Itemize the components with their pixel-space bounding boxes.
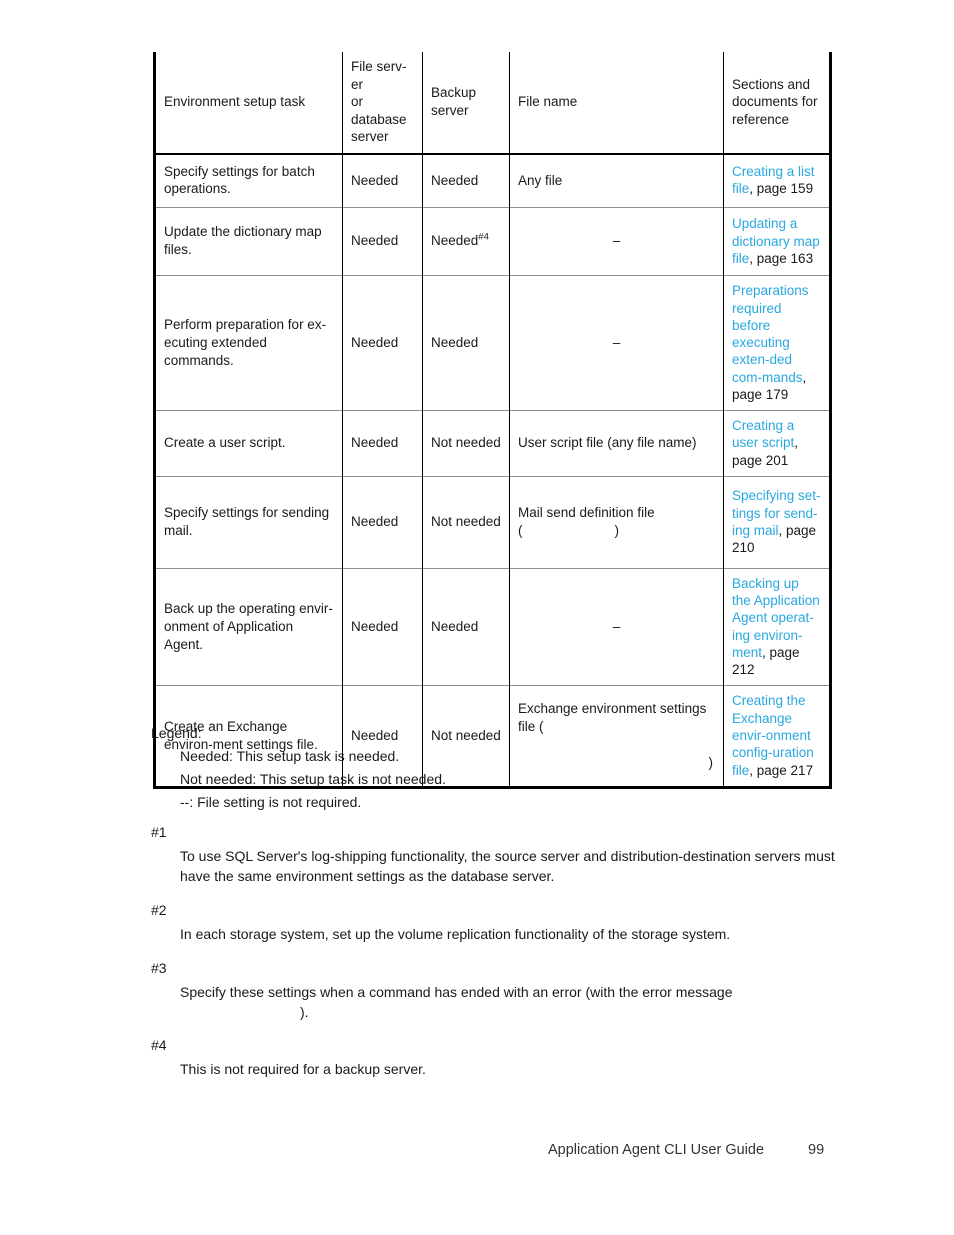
legend-and-footnotes: Legend: Needed: This setup task is neede…	[151, 726, 851, 1080]
cell-reference: Preparations required before executing e…	[723, 275, 831, 411]
footnote-text-3: Specify these settings when a command ha…	[180, 983, 851, 1023]
reference-page: , page 159	[749, 181, 814, 197]
reference-link[interactable]: Preparations required before executing e…	[732, 283, 809, 384]
cell-file-or-database-server: Needed	[342, 410, 423, 477]
legend-item-not-needed: Not needed: This setup task is not neede…	[180, 771, 446, 787]
legend-item-needed: Needed: This setup task is needed.	[180, 748, 400, 764]
cell-reference: Creating a list file, page 159	[723, 153, 831, 208]
cell-file-or-database-server: Needed	[342, 153, 423, 208]
cell-reference: Backing up the Application Agent operat-…	[723, 568, 831, 686]
footer-guide-title: Application Agent CLI User Guide	[548, 1142, 765, 1158]
cell-value: Needed	[351, 233, 399, 249]
table-row: Create a user script. Needed Not needed …	[154, 410, 831, 477]
footnote-marker-3: #3	[151, 959, 167, 976]
cell-file-name: –	[509, 207, 724, 276]
legend-item-dash: --: File setting is not required.	[180, 794, 362, 810]
cell-task: Create a user script.	[154, 410, 343, 477]
table-body: Specify settings for batch operations. N…	[154, 153, 831, 788]
cell-file-name: Any file	[509, 153, 724, 208]
cell-value: Needed	[351, 618, 399, 634]
reference-page: , page 163	[749, 250, 814, 266]
legend-title: Legend:	[151, 725, 202, 741]
table-row: Specify settings for batch operations. N…	[154, 153, 831, 208]
cell-value: Needed	[431, 233, 479, 249]
footnote-marker: #4	[478, 231, 489, 243]
cell-value: Needed	[431, 618, 479, 634]
cell-task: Specify settings for batch operations.	[154, 153, 343, 208]
file-name-parenthetical: ()	[518, 522, 715, 540]
cell-backup-server: Not needed	[422, 476, 510, 569]
cell-value: Needed	[431, 334, 479, 350]
table-header-row: Environment setup task File serv- er or …	[154, 52, 831, 154]
cell-backup-server: Not needed	[422, 410, 510, 477]
footnote-text-1: To use SQL Server's log-shipping functio…	[180, 848, 835, 884]
cell-file-or-database-server: Needed	[342, 476, 423, 569]
table-row: Update the dictionary map files. Needed …	[154, 207, 831, 276]
cell-backup-server: Needed	[422, 568, 510, 686]
cell-value: Not needed	[431, 513, 501, 529]
footnote-marker-4: #4	[151, 1037, 167, 1054]
cell-backup-server: Needed#4	[422, 207, 510, 276]
cell-task: Update the dictionary map files.	[154, 207, 343, 276]
cell-file-or-database-server: Needed	[342, 568, 423, 686]
cell-task: Perform preparation for ex-ecuting exten…	[154, 275, 343, 411]
cell-file-name: User script file (any file name)	[509, 410, 724, 477]
footnote-text-2: In each storage system, set up the volum…	[180, 925, 731, 942]
cell-file-or-database-server: Needed	[342, 275, 423, 411]
column-header-file-or-database-server: File serv- er or database server	[342, 52, 423, 154]
column-header-environment-setup-task: Environment setup task	[154, 52, 343, 154]
footer-page-number: 99	[808, 1142, 825, 1158]
cell-file-or-database-server: Needed	[342, 207, 423, 276]
cell-reference: Updating a dictionary map file, page 163	[723, 207, 831, 276]
cell-backup-server: Needed	[422, 153, 510, 208]
cell-reference: Specifying set-tings for send-ing mail, …	[723, 476, 831, 569]
column-header-backup-server: Backup server	[422, 52, 510, 154]
cell-value: Not needed	[431, 435, 501, 451]
cell-reference: Creating a user script, page 201	[723, 410, 831, 477]
cell-value: Needed	[351, 435, 399, 451]
cell-task: Back up the operating envir-onment of Ap…	[154, 568, 343, 686]
cell-file-name: –	[509, 275, 724, 411]
cell-file-name: –	[509, 568, 724, 686]
table-row: Back up the operating envir-onment of Ap…	[154, 568, 831, 686]
cell-backup-server: Needed	[422, 275, 510, 411]
environment-setup-table-container: Environment setup task File serv- er or …	[153, 52, 832, 789]
footnote-text-4: This is not required for a backup server…	[180, 1061, 426, 1078]
cell-value: Needed	[351, 513, 399, 529]
footnote-marker-2: #2	[151, 901, 167, 918]
table-row: Perform preparation for ex-ecuting exten…	[154, 275, 831, 411]
footnote-marker-1: #1	[151, 824, 167, 840]
cell-value: Needed	[351, 334, 399, 350]
cell-value: Needed	[351, 172, 399, 188]
footnote-text-continuation: ).	[300, 1003, 309, 1020]
cell-value: Needed	[431, 172, 479, 188]
table-header: Environment setup task File serv- er or …	[154, 52, 831, 154]
column-header-sections-and-documents-for-reference: Sections and documents for reference	[723, 52, 831, 154]
environment-setup-table: Environment setup task File serv- er or …	[153, 52, 832, 789]
document-page: Environment setup task File serv- er or …	[0, 0, 954, 1235]
paren-open: (	[518, 522, 523, 538]
reference-link[interactable]: Creating a user script	[732, 418, 794, 450]
cell-task: Specify settings for sending mail.	[154, 476, 343, 569]
file-name-text: Mail send definition file	[518, 504, 655, 520]
paren-close: )	[614, 522, 620, 538]
cell-file-name: Mail send definition file ()	[509, 476, 724, 569]
table-row: Specify settings for sending mail. Neede…	[154, 476, 831, 569]
column-header-file-name: File name	[509, 52, 724, 154]
footnote-text-main: Specify these settings when a command ha…	[180, 983, 733, 1000]
